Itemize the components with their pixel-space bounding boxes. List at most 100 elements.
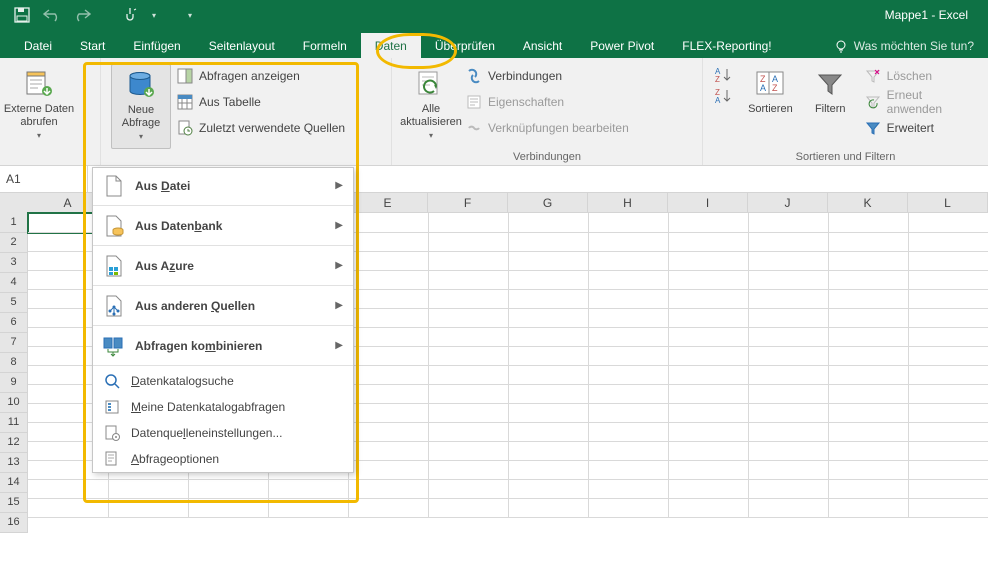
menu-meine-katalogabfragen[interactable]: Meine Datenkatalogabfragen: [93, 394, 353, 420]
chevron-right-icon: ▶: [335, 220, 343, 231]
menu-label: Abfrageoptionen: [131, 452, 343, 466]
sort-desc-button[interactable]: ZA: [713, 87, 733, 105]
menu-aus-azure[interactable]: Aus Azure ▶: [93, 248, 353, 283]
sort-asc-button[interactable]: AZ: [713, 66, 733, 84]
data-source-settings-icon: [103, 424, 121, 442]
combine-queries-icon: [103, 335, 125, 357]
menu-datenkatalogsuche[interactable]: Datenkatalogsuche: [93, 368, 353, 394]
column-header[interactable]: I: [668, 193, 748, 213]
zuletzt-verwendete-button[interactable]: Zuletzt verwendete Quellen: [177, 118, 345, 138]
row-header[interactable]: 9: [0, 373, 28, 393]
menu-aus-datenbank[interactable]: Aus Datenbank ▶: [93, 208, 353, 243]
eigenschaften-button: Eigenschaften: [466, 92, 629, 112]
row-header[interactable]: 7: [0, 333, 28, 353]
group-sortieren-filtern: AZ ZA ZAAZ Sortieren Filtern Löschen: [703, 58, 988, 165]
column-header[interactable]: L: [908, 193, 988, 213]
tab-flex[interactable]: FLEX-Reporting!: [668, 33, 785, 58]
ribbon-tabs: Datei Start Einfügen Seitenlayout Formel…: [0, 30, 988, 58]
verbindungen-button[interactable]: Verbindungen: [466, 66, 629, 86]
row-headers[interactable]: 12345678910111213141516: [0, 213, 28, 533]
catalog-search-icon: [103, 372, 121, 390]
row-header[interactable]: 11: [0, 413, 28, 433]
column-header[interactable]: G: [508, 193, 588, 213]
externe-daten-abrufen-button[interactable]: Externe Daten abrufen ▾: [10, 64, 68, 149]
menu-aus-datei[interactable]: Aus Datei ▶: [93, 168, 353, 203]
other-sources-icon: [103, 295, 125, 317]
group-externe-daten: Externe Daten abrufen ▾: [0, 58, 101, 165]
tell-me-search[interactable]: Was möchten Sie tun?: [834, 39, 988, 58]
alle-aktualisieren-button[interactable]: Alle aktualisieren ▾: [402, 64, 460, 149]
tab-ueberpruefen[interactable]: Überprüfen: [421, 33, 509, 58]
select-all-corner[interactable]: [0, 193, 29, 214]
externe-daten-label: Externe Daten abrufen: [4, 103, 74, 128]
loeschen-button: Löschen: [865, 66, 978, 86]
my-catalog-icon: [103, 398, 121, 416]
column-header[interactable]: H: [588, 193, 668, 213]
file-icon: [103, 175, 125, 197]
tab-start[interactable]: Start: [66, 33, 119, 58]
qat-customize-icon[interactable]: ▾: [180, 5, 200, 25]
tab-formeln[interactable]: Formeln: [289, 33, 361, 58]
menu-label: Abfragen kombinieren: [135, 339, 325, 353]
column-header[interactable]: K: [828, 193, 908, 213]
column-header[interactable]: J: [748, 193, 828, 213]
row-header[interactable]: 6: [0, 313, 28, 333]
connections-icon: [466, 68, 482, 84]
neue-abfrage-button[interactable]: Neue Abfrage ▾: [111, 64, 171, 149]
row-header[interactable]: 15: [0, 493, 28, 513]
row-header[interactable]: 2: [0, 233, 28, 253]
tab-einfuegen[interactable]: Einfügen: [119, 33, 194, 58]
chevron-down-icon: ▾: [37, 131, 41, 140]
erneut-label: Erneut anwenden: [887, 88, 978, 116]
aus-tabelle-button[interactable]: Aus Tabelle: [177, 92, 345, 112]
menu-datenquelleneinstellungen[interactable]: Datenquelleneinstellungen...: [93, 420, 353, 446]
undo-icon[interactable]: [42, 5, 62, 25]
row-header[interactable]: 1: [0, 213, 28, 233]
menu-abfragen-kombinieren[interactable]: Abfragen kombinieren ▶: [93, 328, 353, 363]
row-header[interactable]: 16: [0, 513, 28, 533]
tab-datei[interactable]: Datei: [10, 33, 66, 58]
column-header[interactable]: F: [428, 193, 508, 213]
filtern-button[interactable]: Filtern: [808, 64, 853, 149]
redo-icon[interactable]: [72, 5, 92, 25]
row-header[interactable]: 3: [0, 253, 28, 273]
touch-mode-icon[interactable]: [120, 5, 140, 25]
menu-aus-anderen-quellen[interactable]: Aus anderen Quellen ▶: [93, 288, 353, 323]
properties-icon: [466, 94, 482, 110]
column-header[interactable]: E: [348, 193, 428, 213]
name-box[interactable]: A1: [0, 166, 88, 192]
erweitert-button[interactable]: Erweitert: [865, 118, 978, 138]
ribbon: Externe Daten abrufen ▾ Neue Abfrage ▾: [0, 58, 988, 166]
save-icon[interactable]: [12, 5, 32, 25]
window-title: Mappe1 - Excel: [200, 8, 988, 22]
chevron-down-icon[interactable]: ▾: [150, 5, 158, 25]
title-bar: ▾ ▾ Mappe1 - Excel: [0, 0, 988, 30]
tab-ansicht[interactable]: Ansicht: [509, 33, 576, 58]
row-header[interactable]: 8: [0, 353, 28, 373]
row-header[interactable]: 4: [0, 273, 28, 293]
row-header[interactable]: 10: [0, 393, 28, 413]
queries-pane-icon: [177, 68, 193, 84]
tab-seitenlayout[interactable]: Seitenlayout: [195, 33, 289, 58]
menu-label: Meine Datenkatalogabfragen: [131, 400, 343, 414]
external-data-icon: [23, 68, 55, 100]
abfragen-anzeigen-button[interactable]: Abfragen anzeigen: [177, 66, 345, 86]
database-icon: [125, 69, 157, 101]
tell-me-label: Was möchten Sie tun?: [854, 39, 974, 53]
row-header[interactable]: 5: [0, 293, 28, 313]
tab-powerpivot[interactable]: Power Pivot: [576, 33, 668, 58]
tab-daten[interactable]: Daten: [361, 33, 421, 58]
svg-text:Z: Z: [715, 75, 720, 84]
menu-abfrageoptionen[interactable]: Abfrageoptionen: [93, 446, 353, 472]
lightbulb-icon: [834, 39, 848, 53]
quick-access-toolbar: ▾ ▾: [0, 5, 200, 25]
row-header[interactable]: 14: [0, 473, 28, 493]
row-header[interactable]: 12: [0, 433, 28, 453]
menu-label: Datenkatalogsuche: [131, 374, 343, 388]
row-header[interactable]: 13: [0, 453, 28, 473]
erweitert-label: Erweitert: [887, 121, 934, 135]
erneut-anwenden-button: Erneut anwenden: [865, 92, 978, 112]
sortieren-button[interactable]: ZAAZ Sortieren: [745, 64, 796, 149]
filter-icon: [814, 68, 846, 100]
group-verbindungen: Alle aktualisieren ▾ Verbindungen Eigens…: [392, 58, 703, 165]
